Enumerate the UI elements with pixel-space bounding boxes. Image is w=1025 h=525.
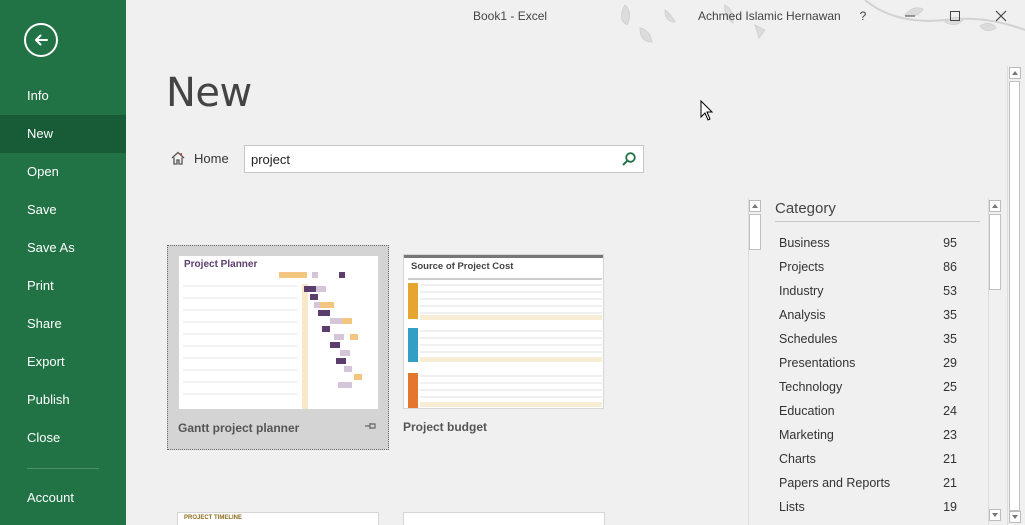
category-item[interactable]: Business 95: [779, 231, 957, 255]
gantt-chart-preview: [183, 272, 362, 409]
category-item[interactable]: Schedules 35: [779, 327, 957, 351]
nav-save[interactable]: Save: [0, 191, 126, 229]
page-title: New: [166, 70, 252, 116]
category-count: 53: [943, 284, 957, 298]
maximize-button[interactable]: [942, 4, 968, 28]
category-scroll-up[interactable]: [989, 200, 1001, 212]
category-count: 21: [943, 476, 957, 490]
category-item[interactable]: Presentations 29: [779, 351, 957, 375]
nav-publish[interactable]: Publish: [0, 381, 126, 419]
thumb-top-border: [404, 255, 603, 258]
home-link[interactable]: Home: [170, 150, 229, 166]
nav-info[interactable]: Info: [0, 77, 126, 115]
category-name: Schedules: [779, 332, 838, 346]
search-input[interactable]: [245, 146, 605, 172]
category-scroll-thumb[interactable]: [989, 214, 1001, 290]
category-name: Presentations: [779, 356, 856, 370]
main-scroll-up[interactable]: [1009, 67, 1021, 79]
template-search: [244, 145, 644, 173]
template-project-budget[interactable]: Source of Project Cost Project budget: [393, 245, 615, 450]
category-item[interactable]: Industry 53: [779, 279, 957, 303]
template-label: Project budget: [403, 420, 488, 434]
excel-backstage: Info New Open Save Save As Print Share E…: [0, 0, 1025, 525]
category-divider: [775, 221, 980, 222]
category-name: Technology: [779, 380, 843, 394]
nav-export[interactable]: Export: [0, 343, 126, 381]
category-name: Industry: [779, 284, 824, 298]
main-scroll-thumb[interactable]: [1009, 81, 1020, 511]
thumb-title: Source of Project Cost: [411, 261, 514, 272]
home-label: Home: [194, 150, 229, 166]
nav-account[interactable]: Account: [0, 479, 126, 517]
template-partial[interactable]: [403, 512, 605, 525]
category-name: Charts: [779, 452, 816, 466]
chevron-down-icon: [992, 513, 998, 517]
category-name: Analysis: [779, 308, 826, 322]
category-name: Education: [779, 404, 835, 418]
thumb-title: Project Planner: [184, 259, 258, 270]
minimize-icon: [905, 15, 915, 17]
nav-new[interactable]: New: [0, 115, 126, 153]
nav-close[interactable]: Close: [0, 419, 126, 457]
nav-divider: [27, 468, 99, 469]
category-count: 19: [943, 500, 957, 514]
nav-print[interactable]: Print: [0, 267, 126, 305]
category-item[interactable]: Marketing 23: [779, 423, 957, 447]
category-header: Category: [775, 200, 836, 217]
category-item[interactable]: Analysis 35: [779, 303, 957, 327]
back-button[interactable]: [24, 23, 58, 57]
category-name: Business: [779, 236, 830, 250]
chevron-up-icon: [752, 204, 758, 208]
thumb-title: PROJECT TIMELINE: [184, 515, 243, 521]
template-project-timeline[interactable]: PROJECT TIMELINE: [177, 512, 379, 525]
category-count: 29: [943, 356, 957, 370]
template-label: Gantt project planner: [178, 421, 300, 435]
category-name: Projects: [779, 260, 825, 274]
nav-open[interactable]: Open: [0, 153, 126, 191]
category-scroll-down[interactable]: [989, 509, 1001, 521]
category-item[interactable]: Charts 21: [779, 447, 957, 471]
category-name: Marketing: [779, 428, 834, 442]
category-count: 21: [943, 452, 957, 466]
category-count: 23: [943, 428, 957, 442]
user-name[interactable]: Achmed Islamic Hernawan: [698, 9, 841, 23]
arrow-left-icon: [35, 34, 48, 46]
search-icon[interactable]: [621, 151, 637, 167]
chevron-up-icon: [992, 204, 998, 208]
maximize-icon: [950, 11, 960, 21]
nav-share[interactable]: Share: [0, 305, 126, 343]
category-item[interactable]: Technology 25: [779, 375, 957, 399]
category-count: 86: [943, 260, 957, 274]
category-count: 35: [943, 308, 957, 322]
main-scroll-down[interactable]: [1009, 511, 1021, 523]
chevron-up-icon: [1012, 71, 1018, 75]
category-count: 95: [943, 236, 957, 250]
window-title: Book1 - Excel: [473, 9, 548, 23]
nav-save-as[interactable]: Save As: [0, 229, 126, 267]
category-left-scroll-up[interactable]: [749, 200, 761, 212]
budget-table-preview: [408, 278, 602, 408]
category-count: 35: [943, 332, 957, 346]
category-item[interactable]: Papers and Reports 21: [779, 471, 957, 495]
home-icon: [171, 151, 185, 165]
template-gantt-project-planner[interactable]: Project Planner Gantt project planner: [167, 245, 389, 450]
help-button[interactable]: ?: [850, 4, 876, 28]
template-thumbnail: Project Planner: [178, 255, 379, 410]
close-icon: [995, 10, 1007, 22]
chevron-down-icon: [1012, 515, 1018, 519]
backstage-sidebar: Info New Open Save Save As Print Share E…: [0, 0, 126, 525]
mouse-cursor-icon: [700, 100, 714, 121]
template-thumbnail: Source of Project Cost: [403, 254, 604, 409]
category-left-scroll-thumb[interactable]: [749, 214, 761, 250]
pin-icon[interactable]: [364, 420, 378, 432]
category-item[interactable]: Projects 86: [779, 255, 957, 279]
category-count: 25: [943, 380, 957, 394]
category-name: Papers and Reports: [779, 476, 891, 490]
minimize-button[interactable]: [897, 4, 923, 28]
category-item[interactable]: Lists 19: [779, 495, 957, 519]
category-count: 24: [943, 404, 957, 418]
close-window-button[interactable]: [988, 4, 1014, 28]
category-name: Lists: [779, 500, 805, 514]
category-item[interactable]: Education 24: [779, 399, 957, 423]
